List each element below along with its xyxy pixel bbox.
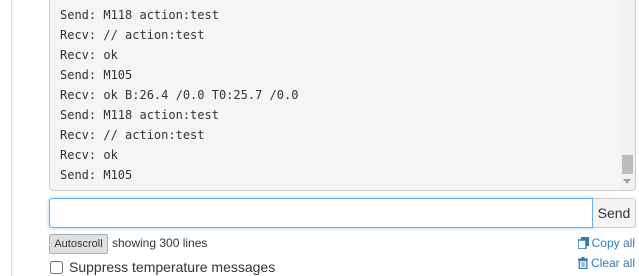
suppress-temperature-label: Suppress temperature messages <box>69 259 276 275</box>
terminal-line: Recv: ok B:26.4 /0.0 T0:25.7 /0.0 <box>60 88 299 102</box>
terminal-lines: Send: M118 action:test Recv: // action:t… <box>60 5 298 185</box>
terminal-line: Recv: ok <box>60 48 118 62</box>
terminal-line: Recv: // action:test <box>60 28 205 42</box>
copy-icon <box>577 237 589 249</box>
terminal-output[interactable]: Send: M118 action:test Recv: // action:t… <box>49 0 636 191</box>
scroll-down-arrow-icon[interactable] <box>623 179 631 184</box>
terminal-scrollbar[interactable] <box>620 0 635 190</box>
copy-all-label: Copy all <box>591 236 635 250</box>
terminal-line: Recv: ok <box>60 148 118 162</box>
line-count-status: showing 300 lines <box>112 236 208 250</box>
clear-all-label: Clear all <box>590 256 635 270</box>
copy-all-link[interactable]: Copy all <box>577 235 635 251</box>
left-rail <box>0 0 12 276</box>
terminal-panel: Send: M118 action:test Recv: // action:t… <box>0 0 639 276</box>
terminal-line: Send: M105 <box>60 68 133 82</box>
terminal-line: Send: M118 action:test <box>60 108 219 122</box>
terminal-line: Send: M105 <box>60 168 133 182</box>
trash-icon <box>577 257 588 269</box>
command-input[interactable] <box>49 198 593 228</box>
suppress-temperature-option[interactable]: Suppress temperature messages <box>49 259 275 275</box>
send-button[interactable]: Send <box>593 198 636 228</box>
suppress-temperature-checkbox[interactable] <box>50 260 63 274</box>
terminal-line: Recv: // action:test <box>60 128 205 142</box>
scrollbar-thumb[interactable] <box>622 155 633 174</box>
terminal-line: Send: M118 action:test <box>60 8 219 22</box>
autoscroll-button[interactable]: Autoscroll <box>49 234 108 254</box>
clear-all-link[interactable]: Clear all <box>577 255 635 271</box>
